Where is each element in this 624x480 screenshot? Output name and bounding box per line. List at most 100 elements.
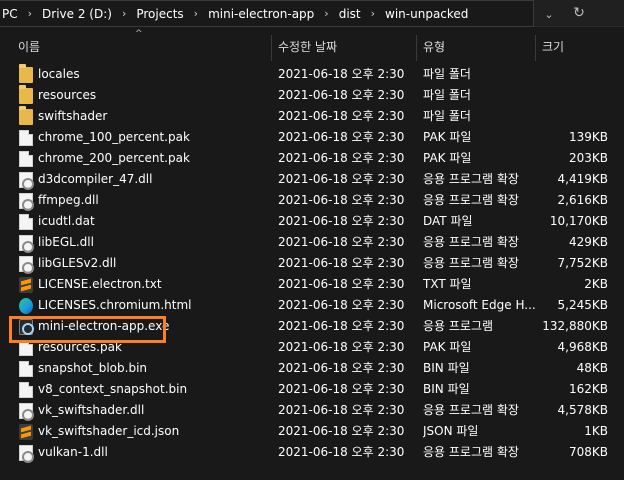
file-type: BIN 파일	[423, 361, 470, 375]
file-type: 응용 프로그램 확장	[423, 235, 519, 249]
file-row[interactable]: swiftshader 2021-06-18 오후 2:30 파일 폴더	[0, 106, 624, 127]
file-size	[540, 64, 608, 85]
file-size: 4,968KB	[557, 340, 608, 354]
file-row[interactable]: resources 2021-06-18 오후 2:30 파일 폴더	[0, 85, 624, 106]
column-divider[interactable]	[271, 35, 272, 61]
breadcrumb-separator-icon[interactable]: ›	[22, 7, 38, 20]
file-row[interactable]: vulkan-1.dll 2021-06-18 오후 2:30 응용 프로그램 확장…	[0, 442, 624, 463]
file-date: 2021-06-18 오후 2:30	[278, 277, 405, 291]
file-row[interactable]: v8_context_snapshot.bin 2021-06-18 오후 2:3…	[0, 379, 624, 400]
file-date: 2021-06-18 오후 2:30	[278, 403, 405, 417]
file-row[interactable]: d3dcompiler_47.dll 2021-06-18 오후 2:30 응용 프…	[0, 169, 624, 190]
file-type: 응용 프로그램 확장	[423, 172, 519, 186]
column-divider[interactable]	[416, 35, 417, 61]
file-name: LICENSES.chromium.html	[38, 298, 192, 312]
breadcrumb-separator-icon[interactable]: ›	[188, 7, 204, 20]
dll-icon	[19, 403, 34, 421]
breadcrumb-separator-icon[interactable]: ›	[365, 7, 381, 20]
file-type: 응용 프로그램 확장	[423, 403, 519, 417]
breadcrumb-drive[interactable]: Drive 2 (D:)	[38, 7, 116, 21]
column-header-name[interactable]: 이름	[18, 37, 40, 57]
file-row[interactable]: libEGL.dll 2021-06-18 오후 2:30 응용 프로그램 확장 42…	[0, 232, 624, 253]
file-type: 파일 폴더	[423, 88, 471, 102]
file-size: 4,578KB	[557, 403, 608, 417]
breadcrumb-dist[interactable]: dist	[335, 7, 365, 21]
file-type: TXT 파일	[423, 277, 472, 291]
file-name: vk_swiftshader_icd.json	[38, 424, 180, 438]
file-row[interactable]: vk_swiftshader.dll 2021-06-18 오후 2:30 응용 프…	[0, 400, 624, 421]
address-bar: PC › Drive 2 (D:) › Projects › mini-elec…	[0, 0, 624, 27]
column-divider[interactable]	[535, 35, 536, 61]
file-row[interactable]: locales 2021-06-18 오후 2:30 파일 폴더	[0, 64, 624, 85]
file-row[interactable]: ffmpeg.dll 2021-06-18 오후 2:30 응용 프로그램 확장 2,…	[0, 190, 624, 211]
file-list: locales 2021-06-18 오후 2:30 파일 폴더 resources…	[0, 64, 624, 463]
file-name: locales	[38, 67, 80, 81]
breadcrumb-pc[interactable]: PC	[0, 7, 22, 21]
file-row[interactable]: vk_swiftshader_icd.json 2021-06-18 오후 2:3…	[0, 421, 624, 442]
file-row[interactable]: icudtl.dat 2021-06-18 오후 2:30 DAT 파일 10,170…	[0, 211, 624, 232]
file-row[interactable]: LICENSE.electron.txt 2021-06-18 오후 2:30 TX…	[0, 274, 624, 295]
file-size: 429KB	[568, 235, 608, 249]
file-row[interactable]: chrome_100_percent.pak 2021-06-18 오후 2:30…	[0, 127, 624, 148]
file-type: Microsoft Edge H...	[423, 298, 535, 312]
file-name: d3dcompiler_47.dll	[38, 172, 153, 186]
file-name: v8_context_snapshot.bin	[38, 382, 188, 396]
refresh-icon[interactable]: ↻	[568, 3, 590, 23]
file-size: 48KB	[576, 361, 608, 375]
breadcrumb-separator-icon[interactable]: ›	[318, 7, 334, 20]
file-size: 139KB	[568, 130, 608, 144]
file-icon	[19, 130, 33, 146]
breadcrumb-mini-electron-app[interactable]: mini-electron-app	[204, 7, 318, 21]
column-header-size[interactable]: 크기	[542, 37, 564, 57]
sublime-icon	[19, 424, 33, 440]
file-size: 2KB	[584, 277, 608, 291]
file-name: libGLESv2.dll	[38, 256, 117, 270]
file-name: vulkan-1.dll	[38, 445, 108, 459]
file-size: 4,419KB	[557, 172, 608, 186]
file-size: 708KB	[568, 445, 608, 459]
file-date: 2021-06-18 오후 2:30	[278, 256, 405, 270]
file-icon	[19, 214, 33, 230]
breadcrumb-separator-icon[interactable]: ›	[116, 7, 132, 20]
file-date: 2021-06-18 오후 2:30	[278, 382, 405, 396]
folder-icon	[19, 85, 33, 104]
file-date: 2021-06-18 오후 2:30	[278, 361, 405, 375]
file-icon	[19, 361, 33, 377]
file-size: 5,245KB	[557, 298, 608, 312]
file-type: 파일 폴더	[423, 109, 471, 123]
file-size: 203KB	[568, 151, 608, 165]
file-date: 2021-06-18 오후 2:30	[278, 235, 405, 249]
file-date: 2021-06-18 오후 2:30	[278, 88, 405, 102]
file-type: 응용 프로그램	[423, 319, 494, 333]
file-size	[540, 85, 608, 106]
chevron-down-icon[interactable]: ⌄	[538, 4, 560, 24]
dll-icon	[19, 235, 34, 253]
file-row[interactable]: LICENSES.chromium.html 2021-06-18 오후 2:30…	[0, 295, 624, 316]
file-name: LICENSE.electron.txt	[38, 277, 162, 291]
file-size: 7,752KB	[557, 256, 608, 270]
file-row[interactable]: libGLESv2.dll 2021-06-18 오후 2:30 응용 프로그램 확…	[0, 253, 624, 274]
file-date: 2021-06-18 오후 2:30	[278, 67, 405, 81]
address-field[interactable]: PC › Drive 2 (D:) › Projects › mini-elec…	[0, 0, 534, 27]
file-date: 2021-06-18 오후 2:30	[278, 172, 405, 186]
file-name: ffmpeg.dll	[38, 193, 99, 207]
column-header-date[interactable]: 수정한 날짜	[278, 37, 337, 57]
file-row[interactable]: snapshot_blob.bin 2021-06-18 오후 2:30 BIN 파…	[0, 358, 624, 379]
file-date: 2021-06-18 오후 2:30	[278, 109, 405, 123]
file-type: PAK 파일	[423, 151, 472, 165]
sublime-icon	[19, 277, 33, 293]
file-type: 파일 폴더	[423, 67, 471, 81]
file-size: 2,616KB	[557, 193, 608, 207]
file-name: snapshot_blob.bin	[38, 361, 148, 375]
file-name: resources	[38, 88, 97, 102]
file-row[interactable]: chrome_200_percent.pak 2021-06-18 오후 2:30…	[0, 148, 624, 169]
file-icon	[19, 382, 33, 398]
file-name: swiftshader	[38, 109, 108, 123]
breadcrumb-projects[interactable]: Projects	[132, 7, 187, 21]
file-date: 2021-06-18 오후 2:30	[278, 130, 405, 144]
dll-icon	[19, 445, 34, 463]
breadcrumb-win-unpacked[interactable]: win-unpacked	[381, 7, 472, 21]
file-date: 2021-06-18 오후 2:30	[278, 214, 405, 228]
file-icon	[19, 151, 33, 167]
column-header-type[interactable]: 유형	[423, 37, 445, 57]
